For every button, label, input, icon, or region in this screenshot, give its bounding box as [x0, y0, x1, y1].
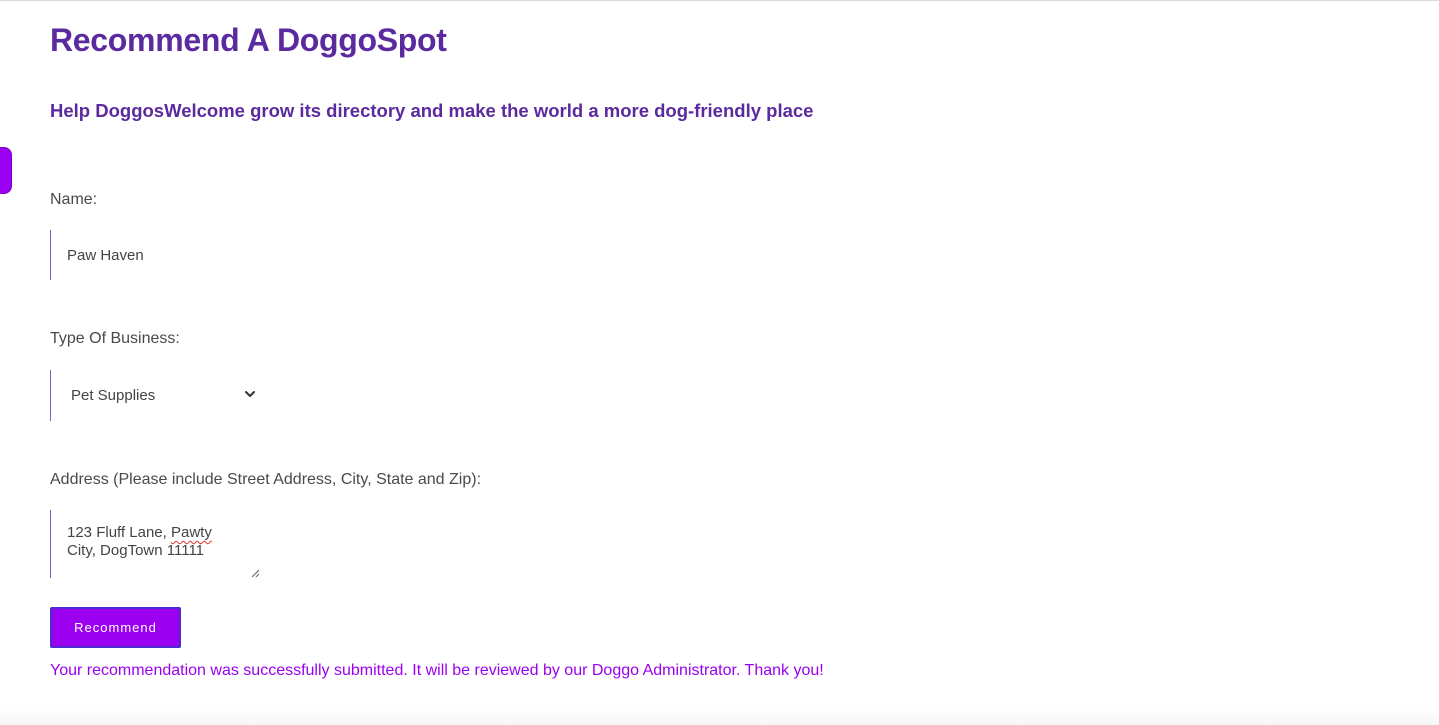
name-input[interactable] — [50, 230, 350, 280]
name-label: Name: — [50, 191, 98, 208]
footer-shade — [0, 708, 1439, 725]
resize-grip-icon[interactable] — [251, 569, 260, 578]
chevron-down-icon — [245, 391, 255, 397]
address-label: Address (Please include Street Address, … — [50, 471, 482, 488]
side-tab[interactable] — [0, 147, 12, 194]
address-line-2: City, DogTown 11111 — [67, 542, 205, 559]
top-divider — [0, 0, 1439, 1]
business-type-label: Type Of Business: — [50, 330, 180, 347]
business-type-selected: Pet Supplies — [71, 387, 156, 404]
success-message: Your recommendation was successfully sub… — [50, 662, 824, 679]
spellcheck-word: Pawty — [170, 524, 212, 541]
recommend-button[interactable]: Recommend — [50, 607, 181, 648]
address-textarea[interactable]: 123 Fluff Lane, Pawty City, DogTown 1111… — [50, 510, 260, 578]
business-type-select[interactable]: Pet Supplies — [50, 370, 260, 421]
address-line-1-text: 123 Fluff Lane, — [67, 524, 171, 541]
page-subtitle: Help DoggosWelcome grow its directory an… — [50, 100, 814, 121]
address-line-1: 123 Fluff Lane, Pawty — [67, 524, 260, 542]
page-title: Recommend A DoggoSpot — [50, 22, 447, 58]
